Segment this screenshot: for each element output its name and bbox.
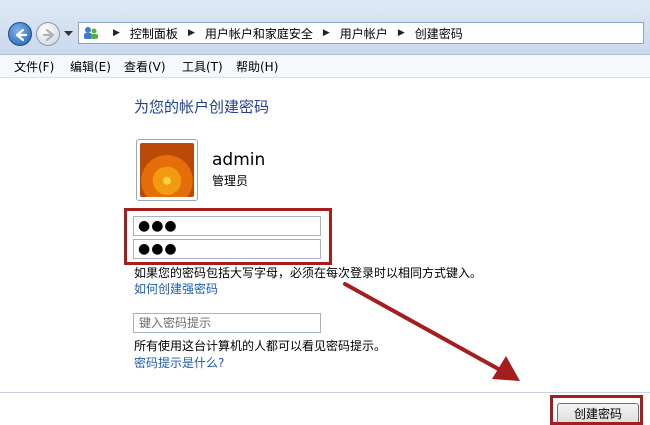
breadcrumb-separator[interactable]: ▶ (398, 28, 405, 38)
menu-file[interactable]: 文件(F) (14, 58, 54, 75)
password-hint-help-link[interactable]: 密码提示是什么? (134, 354, 224, 371)
menu-bar: 文件(F) 编辑(E) 查看(V) 工具(T) 帮助(H) (0, 55, 650, 78)
breadcrumb-item-control-panel[interactable]: 控制面板 (130, 25, 178, 42)
menu-tools[interactable]: 工具(T) (182, 58, 223, 75)
breadcrumb[interactable]: ▶ 控制面板 ▶ 用户帐户和家庭安全 ▶ 用户帐户 ▶ 创建密码 (78, 22, 644, 44)
user-accounts-icon (84, 27, 98, 39)
back-button[interactable] (8, 22, 32, 46)
menu-help[interactable]: 帮助(H) (236, 58, 278, 75)
chevron-down-icon[interactable] (64, 31, 73, 37)
breadcrumb-item-user-family-safety[interactable]: 用户帐户和家庭安全 (205, 25, 313, 42)
address-bar-area: ▶ 控制面板 ▶ 用户帐户和家庭安全 ▶ 用户帐户 ▶ 创建密码 (0, 0, 650, 55)
strong-password-link[interactable]: 如何创建强密码 (134, 280, 218, 297)
forward-button[interactable] (36, 22, 60, 46)
divider (0, 392, 650, 393)
forward-arrow-icon (42, 28, 55, 42)
page-title: 为您的帐户创建密码 (134, 98, 270, 116)
avatar (136, 139, 198, 201)
user-role: 管理员 (212, 174, 249, 188)
flower-picture-icon (140, 143, 194, 197)
back-arrow-icon (15, 28, 28, 42)
menu-view[interactable]: 查看(V) (124, 58, 166, 75)
password-hint-input[interactable]: 键入密码提示 (133, 313, 321, 333)
breadcrumb-separator[interactable]: ▶ (323, 28, 330, 38)
breadcrumb-item-create-password[interactable]: 创建密码 (415, 25, 463, 42)
menu-edit[interactable]: 编辑(E) (70, 58, 111, 75)
breadcrumb-separator[interactable]: ▶ (188, 28, 195, 38)
annotation-highlight-box (550, 395, 643, 425)
annotation-highlight-box (124, 208, 332, 265)
hint-visibility-note: 所有使用这台计算机的人都可以看见密码提示。 (134, 339, 387, 353)
username: admin (212, 150, 266, 170)
breadcrumb-separator: ▶ (113, 28, 120, 38)
breadcrumb-item-user-accounts[interactable]: 用户帐户 (340, 25, 388, 42)
caps-lock-note: 如果您的密码包括大写字母，必须在每次登录时以相同方式键入。 (134, 266, 483, 280)
